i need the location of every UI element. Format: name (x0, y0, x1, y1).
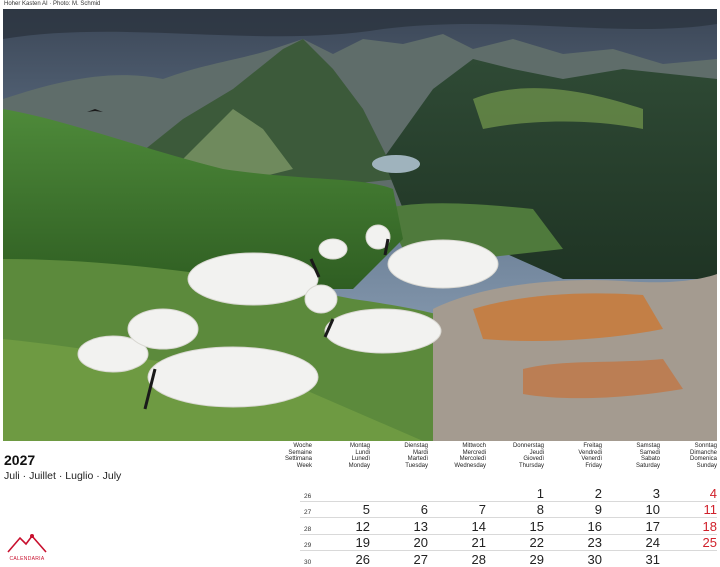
day-header-line: Lunedì (351, 456, 370, 463)
day-header-line: Friday (585, 462, 602, 469)
date-cell: 14 (471, 518, 486, 534)
day-header-line: Venerdì (581, 456, 602, 463)
date-cell: 15 (529, 518, 544, 534)
day-header-line: Montag (349, 443, 370, 449)
day-header-line: Dimanche (689, 449, 717, 456)
day-header-line: Vendredi (578, 449, 602, 456)
date-cell: 9 (594, 502, 602, 517)
date-cell: 24 (645, 535, 660, 550)
week-row: 29 19 20 21 22 23 24 25 (300, 533, 717, 551)
year-label: 2027 (4, 452, 36, 468)
date-cell: 16 (587, 518, 602, 534)
date-cell: 13 (413, 518, 428, 534)
week-number: 27 (304, 509, 312, 516)
sunday-date-cell: 4 (709, 485, 717, 501)
day-header-line: Freitag (583, 443, 602, 449)
week-row: 27 5 6 7 8 9 10 11 (300, 500, 718, 518)
day-header-line: Martedì (407, 456, 428, 463)
date-cell: 12 (355, 518, 370, 534)
week-row: 28 12 13 14 15 16 17 18 (300, 517, 717, 534)
date-cell: 21 (471, 535, 486, 550)
day-header-tuesday: Dienstag Mardi Martedì Tuesday (368, 443, 428, 469)
date-cell: 27 (413, 551, 428, 567)
day-header-saturday: Samstag Samedi Sabato Saturday (600, 443, 660, 469)
date-cell: 26 (355, 551, 370, 567)
week-header-en: Week (296, 462, 312, 469)
week-header-fr: Semaine (288, 449, 312, 456)
calendaria-logo: CALENDARIA (4, 532, 50, 562)
day-header-wednesday: Mittwoch Mercredi Mercoledì Wednesday (426, 443, 486, 469)
sunday-date-cell: 25 (702, 535, 717, 550)
day-header-line: Thursday (518, 462, 544, 469)
date-cell: 17 (645, 518, 660, 534)
day-header-line: Sonntag (694, 443, 717, 449)
week-column-header: Woche Semaine Settimana Week (262, 443, 312, 469)
day-header-line: Tuesday (405, 462, 428, 469)
date-cell: 2 (594, 485, 602, 501)
calendar-photo (3, 9, 717, 441)
day-header-thursday: Donnerstag Jeudi Giovedì Thursday (484, 443, 544, 469)
date-cell: 8 (536, 502, 544, 517)
day-header-line: Samstag (636, 443, 660, 449)
date-cell: 5 (362, 502, 370, 517)
week-number: 28 (304, 525, 312, 533)
week-row: 26 1 2 3 4 (300, 485, 717, 501)
photo-credit: Hoher Kasten AI · Photo: M. Schmid (4, 1, 101, 7)
day-header-line: Wednesday (454, 462, 486, 469)
date-cell: 29 (529, 551, 544, 567)
week-number: 26 (304, 492, 312, 500)
date-cell: 10 (645, 502, 660, 517)
day-header-line: Domenica (689, 456, 717, 463)
date-cell: 19 (355, 535, 370, 550)
day-header-line: Sabato (640, 456, 660, 463)
date-cell: 1 (536, 485, 544, 501)
day-header-line: Jeudi (529, 449, 544, 456)
day-header-line: Lundi (355, 449, 370, 456)
date-cell: 7 (478, 502, 486, 517)
day-header-monday: Montag Lundi Lunedì Monday (310, 443, 370, 469)
day-header-line: Mercredi (462, 449, 486, 456)
day-header-line: Mittwoch (462, 443, 486, 449)
date-cell: 28 (471, 551, 486, 567)
logo-text: CALENDARIA (9, 556, 45, 562)
week-header-it: Settimana (284, 456, 312, 463)
day-header-line: Donnerstag (512, 443, 544, 449)
date-cell: 31 (645, 551, 660, 567)
month-label: Juli · Juillet · Luglio · July (4, 470, 122, 482)
calendar-grid: 26 1 2 3 4 27 5 6 7 8 9 10 11 28 12 13 14 15 16 17 18 29 19 20 2… (300, 485, 717, 567)
sunday-date-cell: 18 (702, 518, 717, 534)
date-cell: 30 (587, 551, 602, 567)
date-cell: 20 (413, 535, 428, 550)
mountain-logo-icon (7, 534, 47, 553)
day-header-sunday: Sonntag Dimanche Domenica Sunday (657, 443, 717, 469)
date-cell: 3 (652, 485, 660, 501)
week-row: 30 26 27 28 29 30 31 (300, 550, 717, 567)
week-header-de: Woche (293, 443, 312, 449)
week-number: 30 (304, 558, 312, 566)
day-header-friday: Freitag Vendredi Venerdì Friday (542, 443, 602, 469)
day-header-line: Monday (348, 462, 370, 469)
day-header-line: Dienstag (404, 443, 428, 449)
day-header-line: Mardi (412, 449, 428, 456)
day-header-line: Giovedì (523, 456, 544, 463)
day-header-line: Mercoledì (459, 456, 486, 463)
date-cell: 6 (420, 502, 428, 517)
day-header-line: Saturday (635, 462, 660, 469)
date-cell: 22 (529, 535, 544, 550)
week-number: 29 (304, 542, 312, 549)
sunday-date-cell: 11 (703, 502, 718, 517)
day-header-line: Sunday (696, 462, 717, 469)
date-cell: 23 (587, 535, 602, 550)
day-header-line: Samedi (639, 449, 660, 456)
